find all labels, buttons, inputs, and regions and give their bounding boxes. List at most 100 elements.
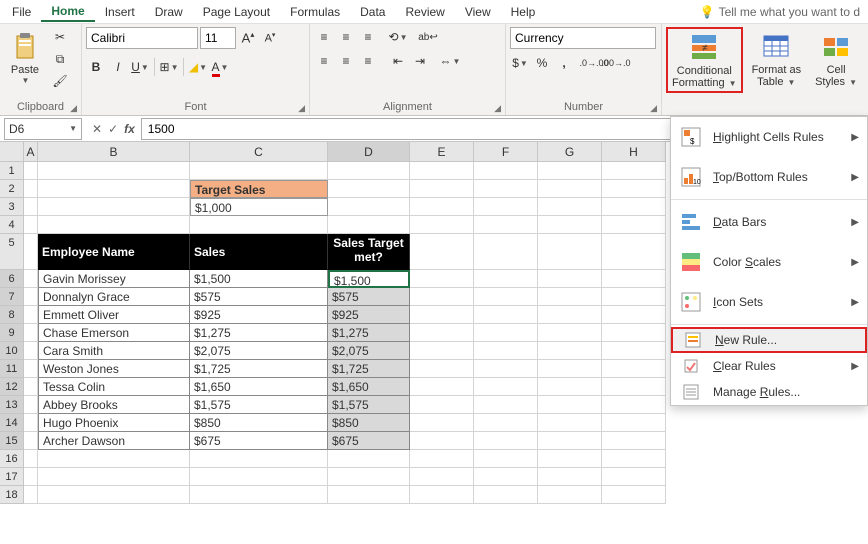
cell-F[interactable] [474, 162, 538, 180]
row-header-9[interactable]: 9 [0, 324, 24, 342]
cell-D[interactable] [328, 450, 410, 468]
cell-G[interactable] [538, 396, 602, 414]
cell-A[interactable] [24, 270, 38, 288]
row-header-5[interactable]: 5 [0, 234, 24, 270]
bold-button[interactable]: B [86, 57, 106, 77]
column-header-H[interactable]: H [602, 142, 666, 162]
cell-G[interactable] [538, 198, 602, 216]
cell-C[interactable] [190, 486, 328, 504]
row-header-3[interactable]: 3 [0, 198, 24, 216]
cell-C[interactable]: $850 [190, 414, 328, 432]
cell-D[interactable]: $850 [328, 414, 410, 432]
cell-C[interactable] [190, 450, 328, 468]
cell-H[interactable] [602, 360, 666, 378]
cell-A[interactable] [24, 162, 38, 180]
merge-button[interactable]: ⇔▼ [440, 51, 460, 71]
cell-B[interactable]: Weston Jones [38, 360, 190, 378]
cell-G[interactable] [538, 432, 602, 450]
cell-G[interactable] [538, 414, 602, 432]
menu-page-layout[interactable]: Page Layout [193, 3, 280, 21]
row-header-13[interactable]: 13 [0, 396, 24, 414]
cell-B[interactable] [38, 468, 190, 486]
cell-G[interactable] [538, 486, 602, 504]
percent-button[interactable]: % [532, 53, 552, 73]
align-bottom-button[interactable]: ≡ [358, 27, 378, 47]
cell-B[interactable] [38, 180, 190, 198]
row-header-11[interactable]: 11 [0, 360, 24, 378]
menu-help[interactable]: Help [501, 3, 546, 21]
cell-E[interactable] [410, 432, 474, 450]
cell-H[interactable] [602, 468, 666, 486]
decrease-decimal-button[interactable]: .00→.0 [606, 53, 626, 73]
cell-E[interactable] [410, 234, 474, 270]
font-color-button[interactable]: A▼ [210, 57, 230, 77]
cell-A[interactable] [24, 468, 38, 486]
enter-formula-button[interactable]: ✓ [108, 122, 118, 136]
cell-F[interactable] [474, 360, 538, 378]
cell-H[interactable] [602, 270, 666, 288]
cell-C[interactable] [190, 468, 328, 486]
cell-F[interactable] [474, 486, 538, 504]
cell-H[interactable] [602, 198, 666, 216]
dialog-launcher-icon[interactable]: ◢ [70, 103, 77, 114]
row-header-10[interactable]: 10 [0, 342, 24, 360]
cell-H[interactable] [602, 216, 666, 234]
cell-C[interactable]: $1,575 [190, 396, 328, 414]
cell-E[interactable] [410, 414, 474, 432]
cut-button[interactable]: ✂ [50, 27, 70, 47]
cell-D[interactable] [328, 180, 410, 198]
cell-H[interactable] [602, 180, 666, 198]
row-header-2[interactable]: 2 [0, 180, 24, 198]
cell-F[interactable] [474, 306, 538, 324]
cell-B[interactable] [38, 216, 190, 234]
cell-E[interactable] [410, 450, 474, 468]
decrease-font-button[interactable]: A▾ [260, 28, 280, 48]
border-button[interactable]: ⊞▼ [159, 57, 179, 77]
cell-A[interactable] [24, 198, 38, 216]
cell-G[interactable] [538, 378, 602, 396]
cell-A[interactable] [24, 486, 38, 504]
cell-D[interactable]: $675 [328, 432, 410, 450]
cell-D[interactable]: Sales Target met? [328, 234, 410, 270]
cell-C[interactable]: $2,075 [190, 342, 328, 360]
cell-A[interactable] [24, 234, 38, 270]
cell-H[interactable] [602, 396, 666, 414]
italic-button[interactable]: I [108, 57, 128, 77]
cell-H[interactable] [602, 414, 666, 432]
cell-A[interactable] [24, 180, 38, 198]
cell-B[interactable] [38, 486, 190, 504]
cell-H[interactable] [602, 306, 666, 324]
cell-E[interactable] [410, 288, 474, 306]
cell-E[interactable] [410, 306, 474, 324]
cell-C[interactable] [190, 216, 328, 234]
cell-C[interactable]: $575 [190, 288, 328, 306]
font-size-select[interactable] [200, 27, 236, 49]
font-name-select[interactable] [86, 27, 198, 49]
menu-color-scales[interactable]: Color Scales ▶ [671, 242, 867, 282]
cell-C[interactable]: $1,000 [190, 198, 328, 216]
column-header-A[interactable]: A [24, 142, 38, 162]
cell-A[interactable] [24, 216, 38, 234]
row-header-14[interactable]: 14 [0, 414, 24, 432]
cell-styles-button[interactable]: CellStyles ▼ [810, 27, 862, 91]
cell-F[interactable] [474, 468, 538, 486]
cell-F[interactable] [474, 324, 538, 342]
copy-button[interactable]: ⧉ [50, 49, 70, 69]
cell-A[interactable] [24, 306, 38, 324]
row-header-18[interactable]: 18 [0, 486, 24, 504]
row-header-17[interactable]: 17 [0, 468, 24, 486]
cell-B[interactable]: Chase Emerson [38, 324, 190, 342]
dialog-launcher-icon[interactable]: ◢ [298, 103, 305, 114]
cell-G[interactable] [538, 468, 602, 486]
cell-E[interactable] [410, 486, 474, 504]
cell-G[interactable] [538, 306, 602, 324]
increase-font-button[interactable]: A▴ [238, 28, 258, 48]
cell-B[interactable]: Cara Smith [38, 342, 190, 360]
menu-icon-sets[interactable]: Icon Sets ▶ [671, 282, 867, 322]
cell-F[interactable] [474, 450, 538, 468]
cell-D[interactable] [328, 162, 410, 180]
align-middle-button[interactable]: ≡ [336, 27, 356, 47]
cell-H[interactable] [602, 486, 666, 504]
cell-D[interactable]: $1,500 [328, 270, 410, 288]
cell-G[interactable] [538, 360, 602, 378]
